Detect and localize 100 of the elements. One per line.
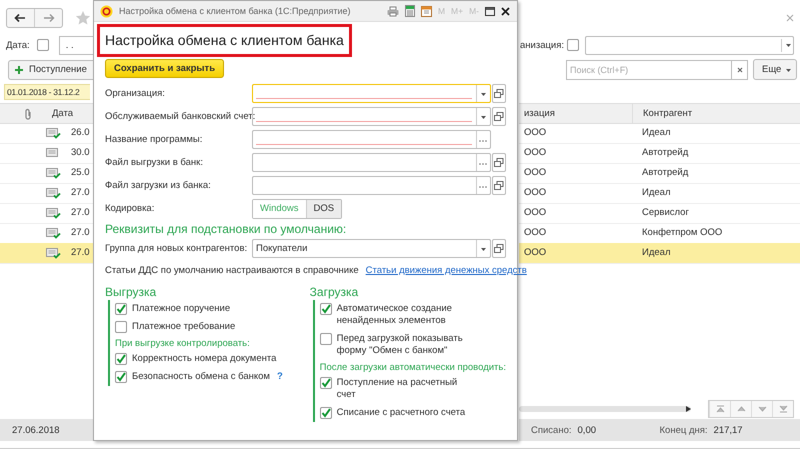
group-subtitle: После загрузки автоматически проводить: <box>320 361 506 374</box>
input-field[interactable] <box>252 153 491 172</box>
status-date: 27.06.2018 <box>12 424 60 436</box>
up-arrow-icon <box>736 405 746 413</box>
checkbox[interactable] <box>320 407 332 419</box>
checkbox-label: Безопасность обмена с банком <box>132 371 270 383</box>
nav-buttons[interactable] <box>6 8 63 28</box>
open-window-icon <box>493 157 504 168</box>
open-window-icon <box>493 111 504 122</box>
clear-button[interactable] <box>732 60 748 80</box>
checkbox[interactable] <box>115 353 127 365</box>
checkbox[interactable] <box>567 39 580 51</box>
total-label: Списано: <box>531 424 572 436</box>
table-cell: 26.0 <box>71 127 90 138</box>
printer-icon[interactable] <box>386 6 399 16</box>
column-header: изация <box>519 104 633 123</box>
table-cell: 27.0 <box>71 207 90 218</box>
table-cell-text: ООО <box>523 207 548 218</box>
checkbox[interactable] <box>320 303 332 315</box>
scroll-button[interactable] <box>730 401 751 417</box>
checkbox[interactable] <box>115 371 127 383</box>
search-field[interactable]: Поиск (Ctrl+F) <box>566 60 732 80</box>
open-button[interactable] <box>492 239 506 258</box>
table-cell-text: ООО <box>523 227 548 238</box>
form-heading: Настройка обмена с клиентом банка <box>97 24 352 57</box>
plus-icon <box>15 66 23 74</box>
table-cell-text: ООО <box>523 127 548 138</box>
up-arrow-icon <box>716 405 724 413</box>
table-cell-text: ООО <box>523 167 548 178</box>
field-label: Файл загрузки из банка: <box>105 180 212 191</box>
table-cell-text: Конфетпром ООО <box>641 227 722 238</box>
organization-field[interactable] <box>585 36 794 54</box>
checkbox[interactable] <box>115 321 127 333</box>
calculator-icon[interactable] <box>404 5 415 17</box>
checkbox-label: Платежное поручение <box>132 303 230 315</box>
table-cell-text: ООО <box>523 247 548 258</box>
section-title: Реквизиты для подстановки по умолчанию: <box>105 222 348 237</box>
back-arrow-icon <box>14 13 26 23</box>
open-button[interactable] <box>492 84 506 103</box>
toggle-option[interactable]: DOS <box>306 200 342 218</box>
checkbox[interactable] <box>115 303 127 315</box>
total-value: 0,00 <box>578 424 598 436</box>
calendar-icon[interactable] <box>420 5 432 17</box>
input-field[interactable] <box>252 84 491 103</box>
scroll-button[interactable] <box>751 401 772 417</box>
help-link[interactable]: ? <box>276 371 283 382</box>
more-button[interactable]: Еще <box>753 59 798 80</box>
checkbox[interactable] <box>320 377 332 389</box>
group-title: Выгрузка <box>105 285 158 300</box>
open-window-icon <box>493 180 504 191</box>
forward-arrow-icon <box>43 13 55 23</box>
open-button[interactable] <box>492 153 506 172</box>
field-label: Группа для новых контрагентов: <box>105 243 248 254</box>
open-button[interactable] <box>492 176 506 195</box>
window-title: Настройка обмена с клиентом банка (1С:Предприятие) <box>119 6 350 16</box>
checkbox-label: Автоматическое создание ненайденных элементов <box>336 303 453 327</box>
scroll-button[interactable] <box>709 401 730 417</box>
group-title: Загрузка <box>310 285 360 300</box>
filter-label: анизация: <box>520 40 564 50</box>
open-button[interactable] <box>492 107 506 126</box>
table-cell-text: Идеал <box>641 187 670 198</box>
down-arrow-icon <box>778 405 788 413</box>
note-text: Статьи ДДС по умолчанию настраиваются в справочнике <box>105 265 359 276</box>
input-field[interactable] <box>252 176 491 195</box>
save-button[interactable]: Сохранить и закрыть <box>105 59 224 78</box>
table-cell-text: Автотрейд <box>641 167 688 178</box>
column-header: Дата <box>52 108 74 119</box>
checkbox[interactable] <box>36 39 49 51</box>
checkbox-label: Поступление на расчетный счет <box>336 377 458 401</box>
close-icon[interactable] <box>501 6 510 16</box>
table-cell-text: ООО <box>523 147 548 158</box>
table-cell-text: Идеал <box>641 247 670 258</box>
table-cell-text: Идеал <box>641 127 670 138</box>
column-header: Контрагент <box>642 108 692 119</box>
total-label: Конец дня: <box>660 424 708 436</box>
field-label: Кодировка: <box>105 203 156 214</box>
table-cell-text: Автотрейд <box>641 147 688 158</box>
field-label: Организация: <box>105 88 166 99</box>
table-cell: 30.0 <box>71 147 90 158</box>
period-field[interactable]: 01.01.2018 - 31.12.2 <box>4 84 90 100</box>
create-button[interactable]: Поступление <box>8 60 93 80</box>
right-arrow-icon <box>686 406 691 412</box>
open-window-icon <box>493 88 504 99</box>
table-cell-text: ООО <box>523 187 548 198</box>
maximize-icon[interactable] <box>485 6 495 16</box>
table-cell: 27.0 <box>71 227 90 238</box>
table-cell: 27.0 <box>71 247 90 258</box>
star-icon[interactable] <box>75 10 91 26</box>
close-icon <box>736 66 742 72</box>
checkbox-label: Корректность номера документа <box>132 353 276 365</box>
total-value: 217,17 <box>714 424 744 436</box>
scroll-button[interactable] <box>772 401 793 417</box>
scrollbar[interactable] <box>519 406 691 412</box>
input-field[interactable]: Покупатели <box>252 239 491 258</box>
field-label: Обслуживаемый банковский счет: <box>105 111 252 122</box>
group-subtitle: При выгрузке контролировать: <box>115 337 251 350</box>
link[interactable]: Статьи движения денежных средств <box>366 265 527 276</box>
checkbox[interactable] <box>320 333 332 345</box>
checkbox-label: Списание с расчетного счета <box>336 407 466 419</box>
input-field[interactable] <box>252 130 491 149</box>
